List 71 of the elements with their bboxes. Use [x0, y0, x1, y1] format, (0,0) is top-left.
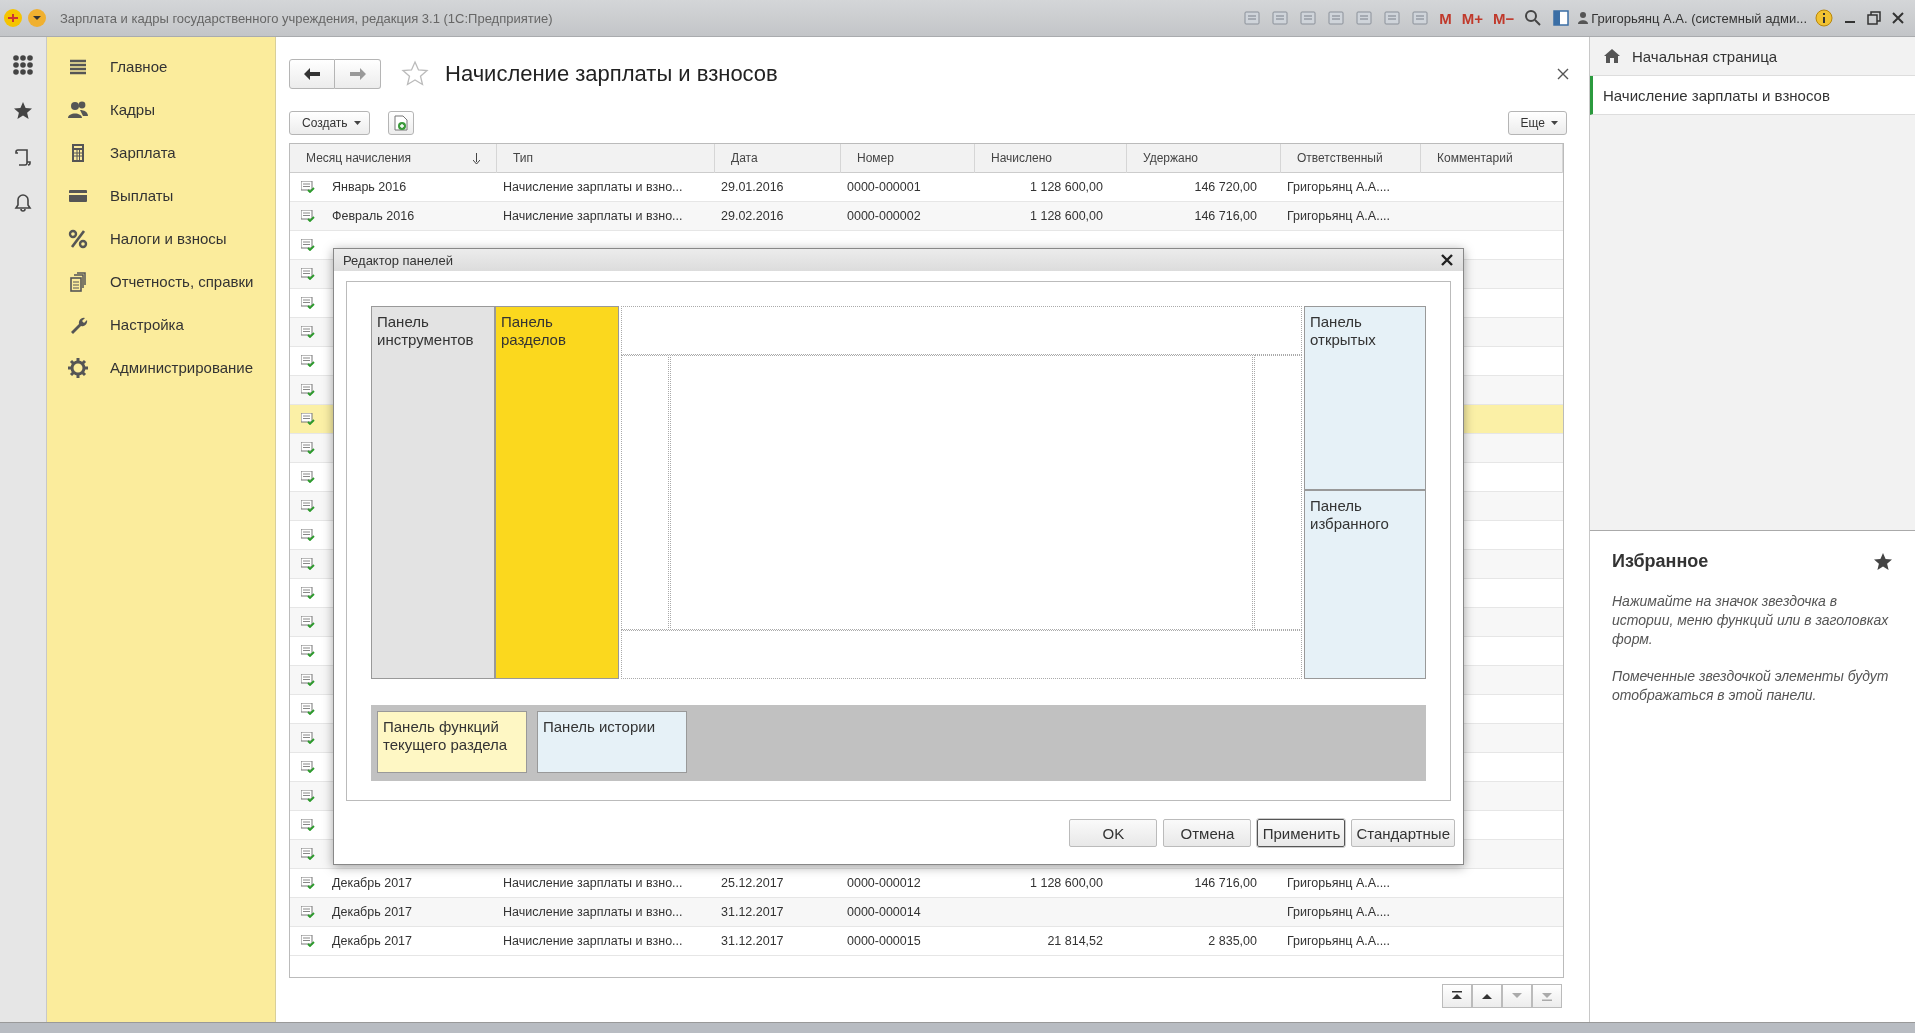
table-cell-text: 0000-000015 [846, 934, 922, 948]
table-cell-text: 146 716,00 [1193, 876, 1258, 890]
panel-block[interactable]: Панель функций текущего раздела [377, 711, 527, 773]
dialog-button[interactable]: Применить [1257, 819, 1346, 847]
open-form-tab[interactable]: Начисление зарплаты и взносов [1590, 76, 1915, 115]
section-item[interactable]: Отчетность, справки [47, 260, 275, 303]
section-item[interactable]: Налоги и взносы [47, 217, 275, 260]
table-cell-text: Декабрь 2017 [331, 934, 414, 948]
table-cell-text: Начисление зарплаты и взно... [502, 905, 684, 919]
table-cell-text: Февраль 2016 [331, 209, 416, 223]
table-cell-text: 29.02.2016 [720, 209, 785, 223]
table-cell-text: Начисление зарплаты и взно... [502, 180, 684, 194]
column-header[interactable]: Месяц начисления [290, 143, 497, 173]
table-cell-text: 1 128 600,00 [1029, 876, 1104, 890]
window-title: Зарплата и кадры государственного учреждения, редакция 3.1 (1С:Предприятие) [60, 10, 553, 26]
panel-block[interactable]: Панель открытых [1304, 306, 1426, 490]
table-row[interactable]: Декабрь 2017 Начисление зарплаты и взно... 31.12.2017 0000-000015 21 814,52 2 835,00 Григорьянц А.А.... [290, 927, 1563, 956]
table-cell-text: Начисление зарплаты и взно... [502, 876, 684, 890]
column-header[interactable]: Ответственный [1281, 143, 1421, 173]
table-cell-text: Декабрь 2017 [331, 876, 414, 890]
table-cell-text: Январь 2016 [331, 180, 408, 194]
table-cell-text: 31.12.2017 [720, 934, 785, 948]
table-cell-text: 0000-000002 [846, 209, 922, 223]
table-cell-text: Григорьянц А.А.... [1286, 934, 1392, 948]
create-button[interactable]: Создать [289, 111, 370, 135]
section-item[interactable]: Главное [47, 45, 275, 88]
table-cell-text: Григорьянц А.А.... [1286, 180, 1392, 194]
table-cell-text: 1 128 600,00 [1029, 180, 1104, 194]
table-cell-text: 146 720,00 [1193, 180, 1258, 194]
section-item[interactable]: Выплаты [47, 174, 275, 217]
table-row[interactable]: Декабрь 2017 Начисление зарплаты и взно... 31.12.2017 0000-000014 Григорьянц А.А.... [290, 898, 1563, 927]
dialog-button[interactable]: OK [1069, 819, 1158, 847]
dialog-title: Редактор панелей [343, 252, 453, 268]
section-item[interactable]: Зарплата [47, 131, 275, 174]
hint-text: Помеченные звездочкой элементы будут отображаться в этой панели. [1612, 667, 1890, 705]
dialog-button[interactable]: Стандартные [1351, 819, 1455, 847]
column-header[interactable]: Комментарий [1421, 143, 1563, 173]
column-header[interactable]: Тип [497, 143, 715, 173]
table-cell-text: Григорьянц А.А.... [1286, 209, 1392, 223]
table-cell-text: 0000-000014 [846, 905, 922, 919]
section-item[interactable]: Настройка [47, 303, 275, 346]
favorites-title: Избранное [1612, 551, 1709, 572]
panel-block[interactable]: Панель избранного [1304, 490, 1426, 679]
table-cell-text: 146 716,00 [1193, 209, 1258, 223]
table-cell-text: 0000-000012 [846, 876, 922, 890]
table-cell-text: Начисление зарплаты и взно... [502, 209, 684, 223]
column-header[interactable]: Удержано [1127, 143, 1281, 173]
hint-text: Нажимайте на значок звездочка в истории, меню функций или в заголовках форм. [1612, 592, 1890, 649]
dialog-button[interactable]: Отмена [1163, 819, 1252, 847]
panel-block[interactable]: Панель истории [537, 711, 687, 773]
table-cell-text: 0000-000001 [846, 180, 922, 194]
table-cell-text: 2 835,00 [1207, 934, 1258, 948]
table-cell-text: 1 128 600,00 [1029, 209, 1104, 223]
more-button[interactable]: Еще [1507, 111, 1567, 135]
table-cell-text: Начисление зарплаты и взно... [502, 934, 684, 948]
column-header[interactable]: Начислено [975, 143, 1127, 173]
table-cell-text: Григорьянц А.А.... [1286, 905, 1392, 919]
column-header[interactable]: Дата [715, 143, 841, 173]
table-cell-text: 31.12.2017 [720, 905, 785, 919]
form-title: Начисление зарплаты и взносов [445, 61, 778, 87]
table-cell-text: Григорьянц А.А.... [1286, 876, 1392, 890]
section-item[interactable]: Администрирование [47, 346, 275, 389]
section-item[interactable]: Кадры [47, 88, 275, 131]
table-cell-text: 21 814,52 [1046, 934, 1104, 948]
table-row[interactable]: Февраль 2016 Начисление зарплаты и взно... 29.02.2016 0000-000002 1 128 600,00 146 716,00 Григорьянц А.А.... [290, 202, 1563, 231]
table-cell-text: 25.12.2017 [720, 876, 785, 890]
table-cell-text: Декабрь 2017 [331, 905, 414, 919]
table-cell-text: 29.01.2016 [720, 180, 785, 194]
panel-block[interactable]: Панель инструментов [371, 306, 495, 679]
column-header[interactable]: Номер [841, 143, 975, 173]
panel-block[interactable]: Панель разделов [495, 306, 619, 679]
